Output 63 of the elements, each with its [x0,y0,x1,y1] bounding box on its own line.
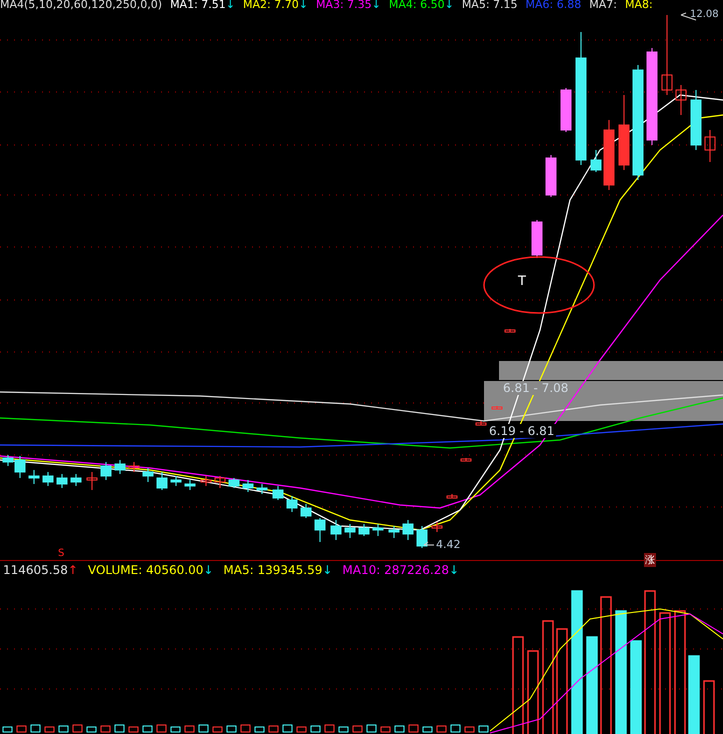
low-price-label: 4.42 [436,538,460,551]
candlestick [604,120,614,190]
volume-value: MA5: 139345.59↓ [223,563,332,577]
volume-value: VOLUME: 40560.00↓ [88,563,214,577]
candlestick [314,518,326,542]
candlestick [242,480,254,492]
candlestick [70,474,82,486]
candlestick [214,476,226,488]
candlestick [170,476,182,486]
candlestick [200,476,212,486]
ma-value: MA1: 7.51↓ [170,0,235,11]
candlestick [330,520,342,540]
candlestick [676,84,686,116]
candlestick [546,154,556,198]
low-pointer-icon [424,542,434,546]
candlestick [590,150,602,172]
candlestick [100,462,112,480]
candlestick [184,480,196,490]
candlestick [504,328,516,332]
ma-value: MA5: 7.15 [462,0,518,11]
rise-signal-mark: 涨 [644,553,656,567]
volume-value: MA10: 287226.28↓ [342,563,460,577]
candlestick [690,90,702,150]
candlestick [256,484,268,494]
candlestick [228,478,240,488]
volume-total: 114605.58↑ [3,563,78,577]
ma-value: MA2: 7.70↓ [243,0,308,11]
candlestick [560,88,572,132]
candlestick [532,220,542,258]
price-range-label: 6.19 - 6.81 [487,424,556,438]
candlestick [492,406,502,410]
candlestick [42,472,54,486]
candlestick [272,486,284,500]
buy-signal-mark: T [518,274,526,289]
indicator-title: MA4(5,10,20,60,120,250,0,0) [0,0,162,11]
candlestick [460,458,472,462]
candlestick [28,470,40,484]
candlestick [142,468,154,482]
candlestick [344,524,356,538]
s-signal-mark: S [58,548,64,559]
high-price-label: 12.08 [690,9,719,20]
price-range-label: 6.81 - 7.08 [501,381,570,395]
ma-value: MA8: [624,0,653,11]
candlestick [56,474,68,488]
candlestick [286,496,298,512]
candlestick [388,526,400,538]
candlestick [358,524,370,536]
candlestick [86,472,98,490]
candlestick [704,130,716,162]
ma-value: MA3: 7.35↓ [316,0,381,11]
ma-value: MA4: 6.50↓ [388,0,454,11]
candlestick [128,462,140,472]
candlestick [300,504,312,518]
candlestick [476,420,486,426]
candlestick [156,472,168,490]
candlestick [432,522,442,532]
candlestick [372,524,384,536]
candlestick [114,460,126,474]
ma-value: MA6: 6.88 [526,0,582,11]
candlestick [402,520,414,540]
ma-value: MA7: [589,0,617,11]
candlestick [446,494,458,498]
candlestick [416,526,428,548]
